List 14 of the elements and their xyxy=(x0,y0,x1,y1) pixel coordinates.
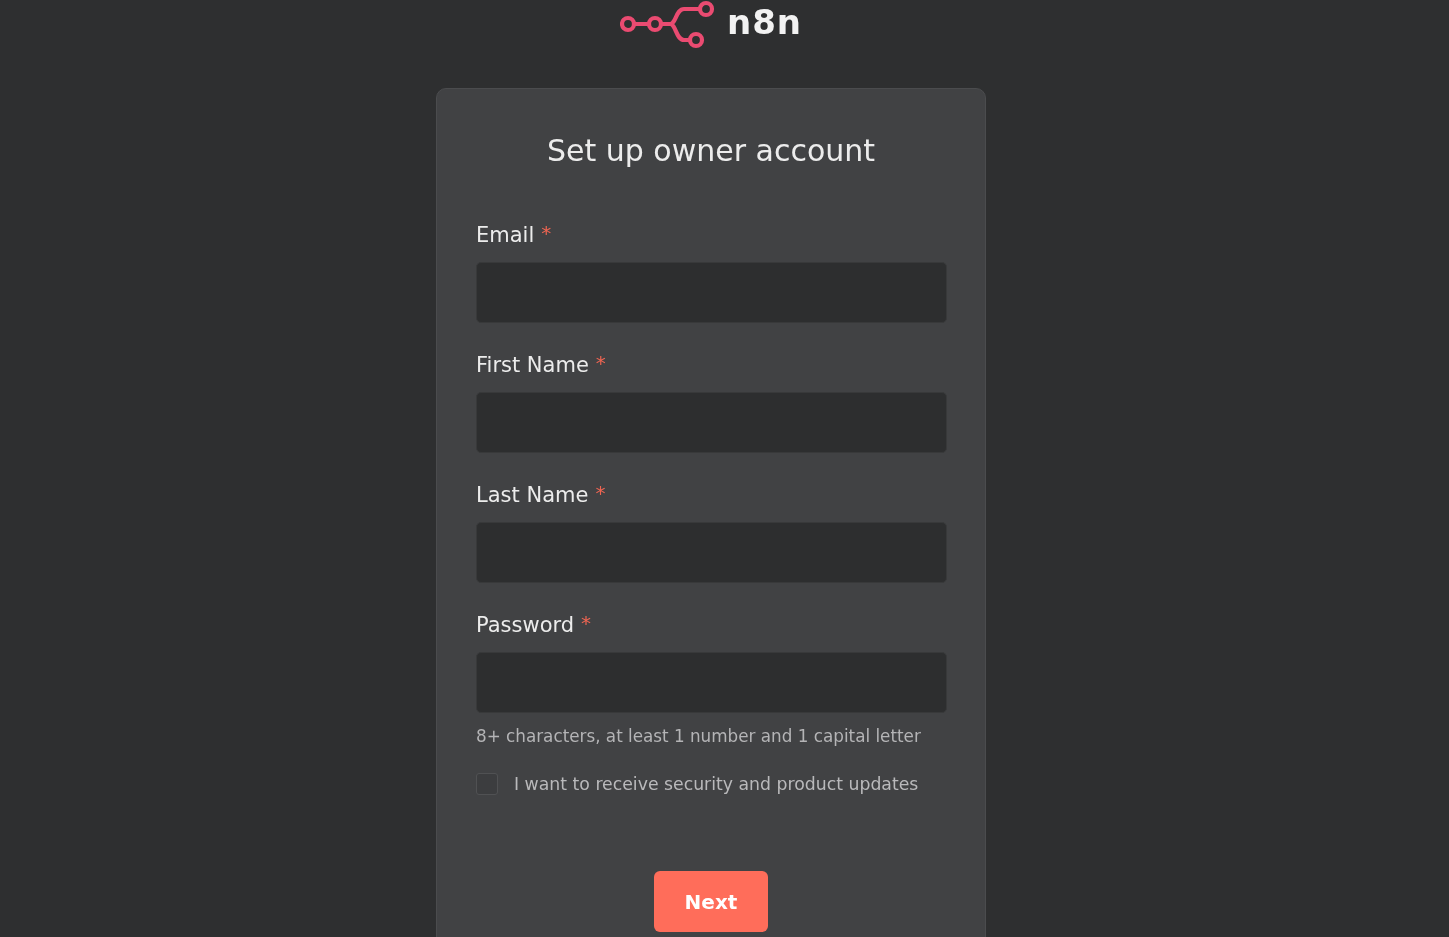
field-hint: 8+ characters, at least 1 number and 1 capital letter xyxy=(476,725,921,747)
next-button[interactable]: Next xyxy=(654,871,768,932)
field-label: First Name xyxy=(476,352,589,378)
checkbox-label: I want to receive security and product updates xyxy=(514,773,919,795)
required-mark: * xyxy=(541,222,552,244)
required-mark: * xyxy=(595,352,606,374)
required-mark: * xyxy=(595,482,606,504)
card-title: Set up owner account xyxy=(545,132,877,170)
logo-wordmark: n8n xyxy=(726,5,803,39)
logo-nodes-icon xyxy=(619,0,716,50)
required-mark: * xyxy=(581,612,592,634)
field-label: Password xyxy=(476,612,575,638)
field-label: Email xyxy=(476,222,535,248)
field-label: Last Name xyxy=(476,482,589,508)
